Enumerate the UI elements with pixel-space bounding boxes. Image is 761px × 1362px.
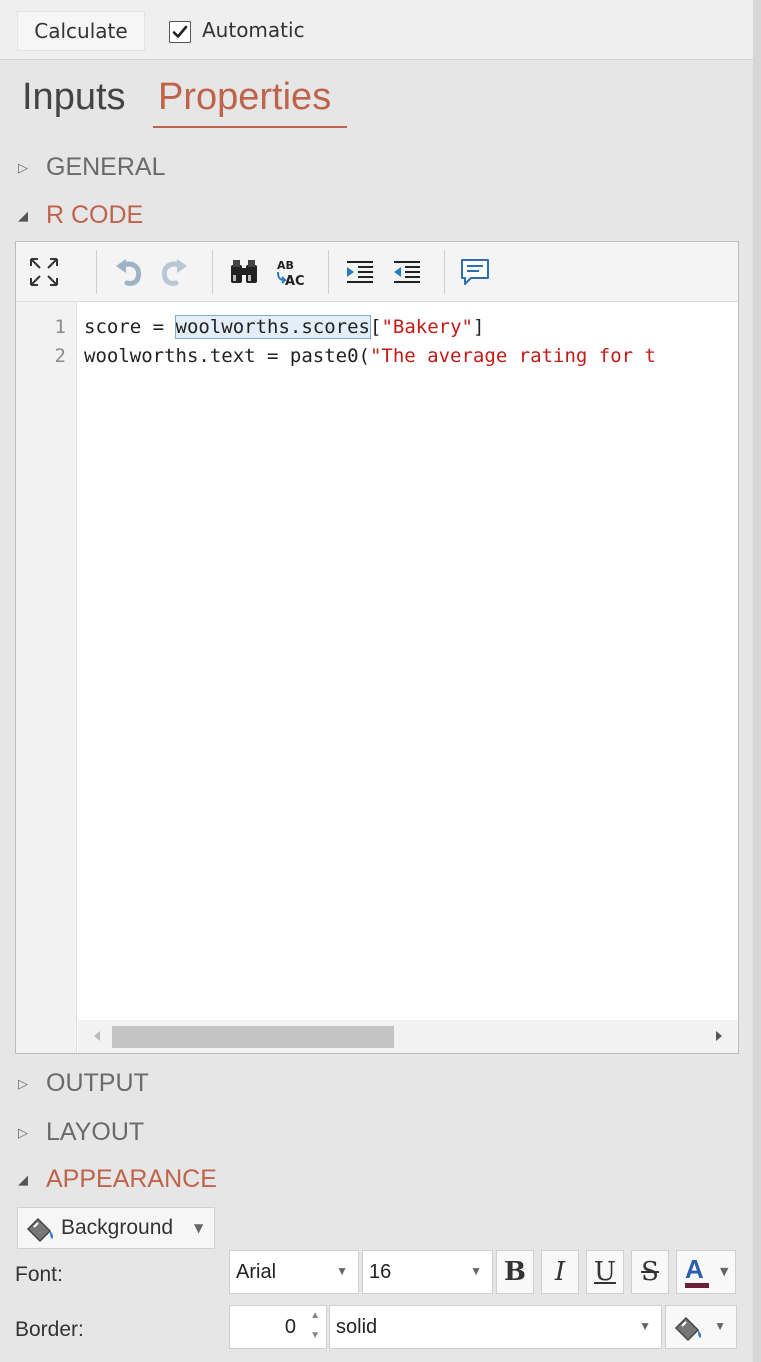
font-size-value: 16 — [369, 1261, 392, 1283]
toolbar-separator — [444, 250, 445, 294]
indent-icon[interactable] — [344, 256, 376, 288]
section-general-label: GENERAL — [46, 153, 166, 181]
chevron-down-icon: ▼ — [714, 1319, 726, 1333]
calculate-button[interactable]: Calculate — [17, 11, 145, 51]
code-token: ] — [472, 316, 485, 338]
panel-edge — [753, 0, 761, 1362]
section-layout-label: LAYOUT — [46, 1118, 145, 1146]
code-token: score = — [84, 316, 176, 338]
active-tab-indicator — [153, 126, 347, 128]
svg-text:AB: AB — [277, 259, 294, 272]
section-rcode[interactable]: ◢ R CODE — [18, 201, 143, 230]
section-output-label: OUTPUT — [46, 1069, 149, 1097]
line-number: 2 — [54, 345, 66, 367]
scroll-right-icon[interactable] — [714, 1030, 724, 1042]
find-icon[interactable] — [228, 256, 260, 288]
section-output[interactable]: ▷ OUTPUT — [18, 1069, 149, 1098]
border-style-value: solid — [336, 1316, 378, 1338]
line-number: 1 — [54, 316, 66, 338]
string-token: "Bakery" — [381, 316, 473, 338]
border-color-button[interactable]: ▼ — [665, 1305, 737, 1349]
stepper-up-icon[interactable]: ▲ — [310, 1310, 320, 1321]
underline-button[interactable]: U — [586, 1250, 624, 1294]
chevron-down-icon: ▼ — [336, 1264, 348, 1278]
top-toolbar: Calculate Automatic — [0, 0, 761, 60]
collapsed-triangle-icon: ▷ — [18, 1076, 28, 1092]
code-line: woolworths.text = paste0("The average ra… — [84, 345, 656, 367]
highlighted-token: woolworths.scores — [174, 315, 371, 339]
automatic-label: Automatic — [202, 18, 305, 42]
editor-toolbar: AB AC — [16, 242, 738, 302]
toolbar-separator — [328, 250, 329, 294]
toolbar-separator — [96, 250, 97, 294]
expanded-triangle-icon: ◢ — [18, 1172, 28, 1188]
horizontal-scrollbar[interactable] — [78, 1020, 738, 1053]
chevron-down-icon: ▼ — [470, 1264, 482, 1278]
paint-bucket-icon — [674, 1316, 702, 1342]
font-size-select[interactable]: 16 ▼ — [362, 1250, 493, 1294]
section-appearance-label: APPEARANCE — [46, 1165, 217, 1193]
border-label: Border: — [15, 1318, 84, 1341]
font-family-select[interactable]: Arial ▼ — [229, 1250, 359, 1294]
background-label: Background — [61, 1216, 174, 1239]
font-color-icon: A — [685, 1254, 704, 1284]
strikethrough-button[interactable]: S — [631, 1250, 669, 1294]
italic-button[interactable]: I — [541, 1250, 579, 1294]
section-layout[interactable]: ▷ LAYOUT — [18, 1118, 144, 1147]
collapsed-triangle-icon: ▷ — [18, 160, 28, 176]
font-color-button[interactable]: A ▼ — [676, 1250, 736, 1294]
background-button[interactable]: Background ▼ — [17, 1207, 215, 1249]
stepper-down-icon[interactable]: ▼ — [310, 1330, 320, 1341]
line-number-gutter: 1 2 — [16, 302, 77, 1053]
collapsed-triangle-icon: ▷ — [18, 1125, 28, 1141]
checkmark-icon — [172, 25, 188, 38]
font-color-swatch — [685, 1283, 709, 1288]
scrollbar-thumb[interactable] — [112, 1026, 394, 1048]
redo-icon[interactable] — [158, 256, 190, 288]
spellcheck-icon[interactable]: AB AC — [274, 256, 306, 288]
chevron-down-icon: ▼ — [720, 1265, 729, 1278]
tab-inputs[interactable]: Inputs — [22, 76, 126, 119]
border-width-stepper[interactable]: 0 ▲ ▼ — [229, 1305, 327, 1349]
font-label: Font: — [15, 1263, 63, 1286]
code-line: score = woolworths.scores["Bakery"] — [84, 315, 485, 339]
automatic-checkbox[interactable] — [169, 21, 191, 43]
chevron-down-icon: ▼ — [639, 1319, 651, 1333]
expand-icon[interactable] — [28, 256, 60, 288]
string-token: "The average rating for t — [369, 345, 656, 367]
tab-properties[interactable]: Properties — [158, 76, 331, 119]
comment-icon[interactable] — [459, 256, 491, 288]
border-width-value: 0 — [284, 1316, 296, 1338]
svg-text:AC: AC — [285, 274, 305, 288]
outdent-icon[interactable] — [391, 256, 423, 288]
code-token: [ — [369, 316, 382, 338]
border-style-select[interactable]: solid ▼ — [329, 1305, 662, 1349]
undo-icon[interactable] — [113, 256, 145, 288]
section-rcode-label: R CODE — [46, 201, 144, 229]
paint-bucket-icon — [26, 1217, 54, 1243]
toolbar-separator — [212, 250, 213, 294]
scroll-left-icon[interactable] — [92, 1030, 102, 1042]
code-token: woolworths.text = paste0( — [84, 345, 370, 367]
section-appearance[interactable]: ◢ APPEARANCE — [18, 1165, 217, 1194]
chevron-down-icon: ▼ — [194, 1221, 204, 1235]
bold-button[interactable]: B — [496, 1250, 534, 1294]
font-family-value: Arial — [236, 1261, 277, 1283]
section-general[interactable]: ▷ GENERAL — [18, 153, 165, 182]
code-editor[interactable]: AB AC 1 2 score = woolworths.scores["Bak… — [15, 241, 739, 1054]
code-text-area[interactable]: score = woolworths.scores["Bakery"] wool… — [84, 302, 738, 1020]
expanded-triangle-icon: ◢ — [18, 208, 28, 224]
